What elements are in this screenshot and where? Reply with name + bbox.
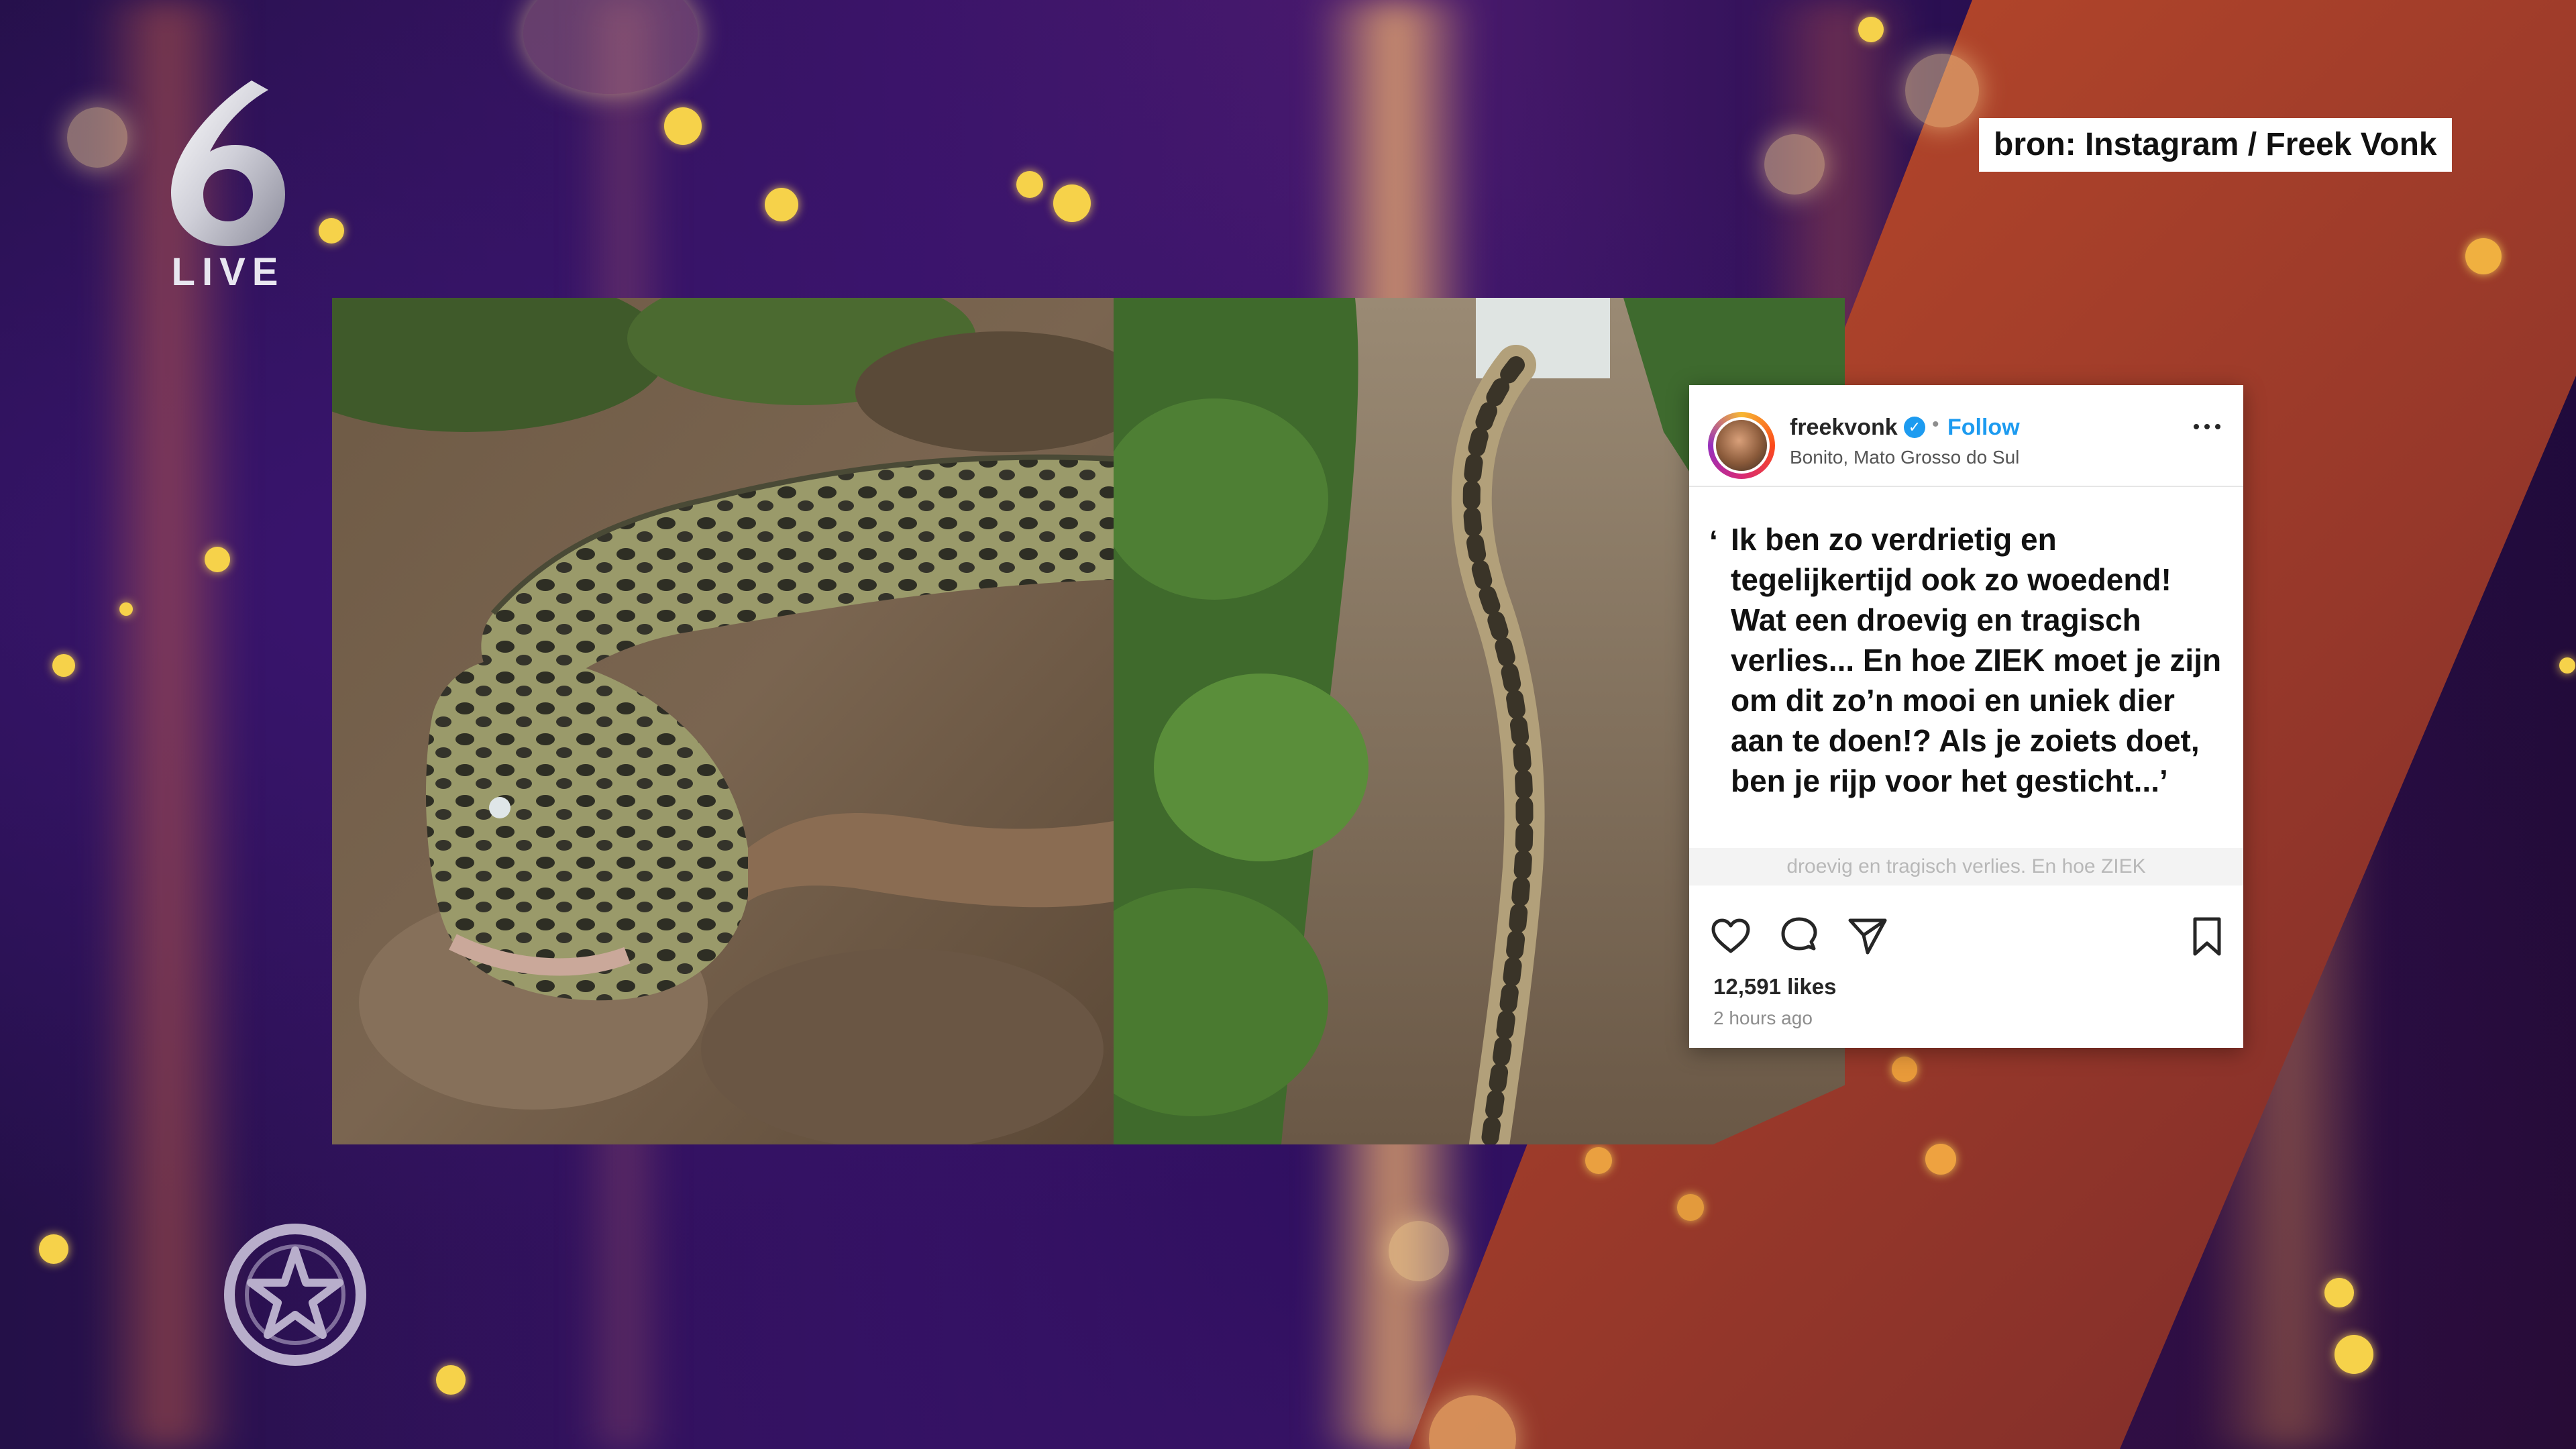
follow-button[interactable]: Follow <box>1947 415 2020 441</box>
caption-fragment: droevig en tragisch verlies. En hoe ZIEK <box>1689 848 2243 885</box>
anaconda-head-photo <box>332 298 1114 1144</box>
quote-text: Ik ben zo verdrietig en tegelijkertijd o… <box>1731 522 2222 798</box>
share-icon[interactable] <box>1846 915 1889 958</box>
avatar[interactable] <box>1708 412 1775 479</box>
channel-label: LIVE <box>171 250 285 294</box>
post-location[interactable]: Bonito, Mato Grosso do Sul <box>1790 447 2019 468</box>
separator-dot: • <box>1932 413 1939 435</box>
username[interactable]: freekvonk <box>1790 415 1898 441</box>
comment-icon[interactable] <box>1778 915 1821 958</box>
likes-count[interactable]: 12,591 likes <box>1713 974 1837 1000</box>
more-options-icon[interactable] <box>2191 416 2224 436</box>
heart-icon[interactable] <box>1709 915 1752 958</box>
source-caption: bron: Instagram / Freek Vonk <box>1979 118 2452 172</box>
bookmark-icon[interactable] <box>2186 915 2229 958</box>
post-header: freekvonk ✓ • Follow Bonito, Mato Grosso… <box>1689 385 2243 487</box>
post-timestamp: 2 hours ago <box>1713 1008 1813 1028</box>
channel-6-logo <box>171 80 285 246</box>
star-in-circle-icon <box>224 1224 366 1366</box>
instagram-post-card: freekvonk ✓ • Follow Bonito, Mato Grosso… <box>1689 385 2243 1048</box>
tv-broadcast-frame: LIVE bron: Instagram / Freek Vonk freekv… <box>0 0 2576 1449</box>
post-actions <box>1689 915 2243 962</box>
verified-badge-icon: ✓ <box>1904 417 1925 438</box>
